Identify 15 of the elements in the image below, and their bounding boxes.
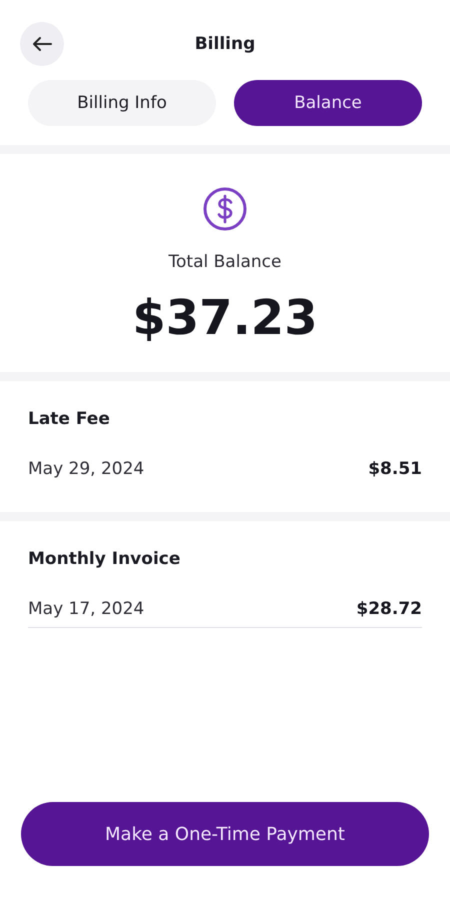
charge-date: May 17, 2024 — [28, 599, 144, 619]
payment-button[interactable]: Make a One-Time Payment — [21, 802, 429, 866]
charge-amount: $28.72 — [356, 599, 422, 619]
balance-amount: $37.23 — [132, 290, 318, 346]
tab[interactable]: Billing Info — [28, 80, 216, 126]
charge-date: May 29, 2024 — [28, 459, 144, 479]
dollar-icon — [202, 186, 248, 232]
charge-amount: $8.51 — [368, 459, 422, 479]
tab[interactable]: Balance — [234, 80, 422, 126]
charge-title: Monthly Invoice — [28, 549, 182, 569]
back-button[interactable] — [20, 22, 64, 66]
back-arrow-icon — [32, 36, 52, 52]
charge-title: Late Fee — [28, 409, 111, 429]
page-title: Billing — [194, 34, 256, 54]
balance-label: Total Balance — [168, 252, 282, 272]
